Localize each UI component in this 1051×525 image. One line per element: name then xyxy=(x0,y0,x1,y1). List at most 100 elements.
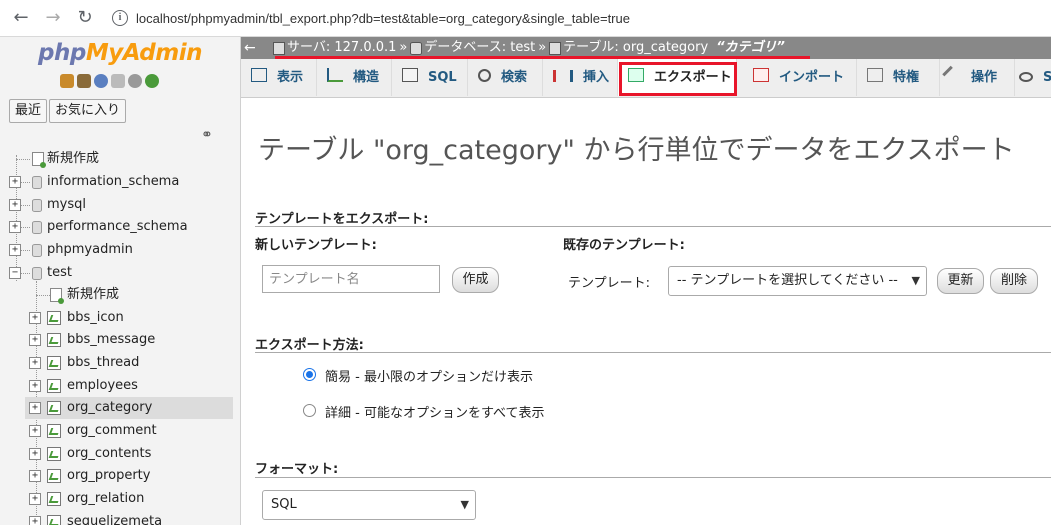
tree-item-table-selected[interactable]: + org_category xyxy=(25,397,233,419)
tab-insert[interactable]: 挿入 xyxy=(543,59,618,96)
expand-plus-icon[interactable]: + xyxy=(9,244,21,256)
tree-label[interactable]: org_contents xyxy=(67,443,151,465)
method-quick-radio[interactable] xyxy=(303,368,316,381)
format-select[interactable]: SQL ▼ xyxy=(262,490,476,520)
tree-item-db[interactable]: + performance_schema xyxy=(0,216,240,238)
new-icon xyxy=(32,152,46,168)
tree-label[interactable]: 新規作成 xyxy=(47,148,99,170)
tree-item-table[interactable]: + sequelizemeta xyxy=(0,511,240,525)
tree-label[interactable]: test xyxy=(47,262,72,284)
chevron-down-icon: ▼ xyxy=(911,274,920,287)
update-template-button[interactable]: 更新 xyxy=(937,268,984,294)
tree-label[interactable]: phpmyadmin xyxy=(47,239,133,261)
template-select[interactable]: -- テンプレートを選択してください -- ▼ xyxy=(668,266,927,296)
create-template-button[interactable]: 作成 xyxy=(452,267,499,293)
favorites-button[interactable]: お気に入り xyxy=(49,99,127,123)
tree-label[interactable]: information_schema xyxy=(47,171,179,193)
tree-item-table[interactable]: + org_relation xyxy=(0,488,240,510)
tab-structure[interactable]: 構造 xyxy=(317,59,392,96)
table-icon xyxy=(549,41,562,55)
expand-plus-icon[interactable]: + xyxy=(9,221,21,233)
docs-icon[interactable] xyxy=(111,74,125,88)
refresh-icon[interactable] xyxy=(145,74,159,88)
expand-plus-icon[interactable]: + xyxy=(29,516,41,525)
table-icon xyxy=(47,447,61,461)
expand-plus-icon[interactable]: + xyxy=(29,448,41,460)
recent-button[interactable]: 最近 xyxy=(9,99,48,123)
annotation-red-box xyxy=(619,62,737,96)
method-custom-label[interactable]: 詳細 - 可能なオプションをすべて表示 xyxy=(325,402,545,421)
tree-label[interactable]: employees xyxy=(67,375,138,397)
expand-plus-icon[interactable]: + xyxy=(29,357,41,369)
back-arrow-icon[interactable]: ← xyxy=(10,7,32,28)
new-template-label: 新しいテンプレート: xyxy=(255,238,377,253)
tree-item-db[interactable]: + information_schema xyxy=(0,171,240,193)
tree-item-db[interactable]: + phpmyadmin xyxy=(0,239,240,261)
tree-label[interactable]: bbs_thread xyxy=(67,352,139,374)
delete-template-button[interactable]: 削除 xyxy=(990,268,1038,294)
logo-icon-row xyxy=(60,74,159,88)
expand-plus-icon[interactable]: + xyxy=(29,493,41,505)
expand-plus-icon[interactable]: + xyxy=(29,380,41,392)
help-icon[interactable] xyxy=(94,74,108,88)
tree-label[interactable]: 新規作成 xyxy=(67,284,119,306)
tree-item-table[interactable]: + bbs_thread xyxy=(0,352,240,374)
browser-address-bar: ← → ↻ i localhost/phpmyadmin/tbl_export.… xyxy=(0,0,1051,37)
expand-plus-icon[interactable]: + xyxy=(9,199,21,211)
tree-label[interactable]: mysql xyxy=(47,194,86,216)
template-label: テンプレート: xyxy=(568,276,650,291)
tab-sql[interactable]: SQL xyxy=(392,59,468,96)
forward-arrow-icon[interactable]: → xyxy=(42,7,64,28)
table-icon xyxy=(47,333,61,347)
tree-label[interactable]: performance_schema xyxy=(47,216,188,238)
tab-search[interactable]: 検索 xyxy=(468,59,543,96)
tree-item-table[interactable]: + org_property xyxy=(0,465,240,487)
url-text[interactable]: localhost/phpmyadmin/tbl_export.php?db=t… xyxy=(136,11,630,26)
tree-label[interactable]: org_category xyxy=(67,397,152,419)
expand-plus-icon[interactable]: + xyxy=(29,470,41,482)
new-icon xyxy=(50,288,64,304)
info-icon[interactable]: i xyxy=(112,10,128,26)
tree-item-db[interactable]: + mysql xyxy=(0,194,240,216)
tab-import[interactable]: インポート xyxy=(743,59,857,96)
method-custom-radio[interactable] xyxy=(303,404,316,417)
reload-icon[interactable]: ↻ xyxy=(74,7,96,28)
database-icon xyxy=(410,41,423,55)
tree-item-table[interactable]: + org_contents xyxy=(0,443,240,465)
tree-item-new[interactable]: 新規作成 xyxy=(0,148,240,170)
tree-label[interactable]: org_property xyxy=(67,465,150,487)
template-name-input[interactable]: テンプレート名 xyxy=(262,265,440,293)
tree-label[interactable]: bbs_icon xyxy=(67,307,124,329)
tab-privileges[interactable]: 特権 xyxy=(857,59,940,96)
collapse-sidebar-icon[interactable]: ← xyxy=(244,37,256,59)
tree-item-table[interactable]: + org_comment xyxy=(0,420,240,442)
tree-item-new[interactable]: 新規作成 xyxy=(0,284,240,306)
expand-plus-icon[interactable]: + xyxy=(29,425,41,437)
tree-item-table[interactable]: + bbs_message xyxy=(0,329,240,351)
settings-gear-icon[interactable] xyxy=(128,74,142,88)
tree-item-db[interactable]: − test xyxy=(0,262,240,284)
expand-plus-icon[interactable]: + xyxy=(9,176,21,188)
collapse-minus-icon[interactable]: − xyxy=(9,267,21,279)
tab-operations[interactable]: 操作 xyxy=(934,59,1015,96)
home-icon[interactable] xyxy=(60,74,74,88)
tree-label[interactable]: bbs_message xyxy=(67,329,155,351)
tree-label[interactable]: org_comment xyxy=(67,420,157,442)
database-icon xyxy=(32,221,42,234)
format-heading: フォーマット: xyxy=(255,462,339,477)
expand-plus-icon[interactable]: + xyxy=(29,402,41,414)
method-quick-label[interactable]: 簡易 - 最小限のオプションだけ表示 xyxy=(325,366,533,385)
tab-browse[interactable]: 表示 xyxy=(241,59,317,96)
url-field[interactable]: i localhost/phpmyadmin/tbl_export.php?db… xyxy=(112,6,1042,30)
expand-plus-icon[interactable]: + xyxy=(29,334,41,346)
tab-more[interactable]: S xyxy=(1009,59,1051,96)
tree-item-table[interactable]: + bbs_icon xyxy=(0,307,240,329)
tree-label[interactable]: sequelizemeta xyxy=(67,511,162,525)
tree-label[interactable]: org_relation xyxy=(67,488,144,510)
tree-item-table[interactable]: + employees xyxy=(0,375,240,397)
phpmyadmin-logo[interactable]: phpMyAdmin xyxy=(38,40,202,66)
expand-plus-icon[interactable]: + xyxy=(29,312,41,324)
table-icon xyxy=(47,356,61,370)
link-chain-icon[interactable]: ⚭ xyxy=(201,127,213,143)
logout-icon[interactable] xyxy=(77,74,91,88)
